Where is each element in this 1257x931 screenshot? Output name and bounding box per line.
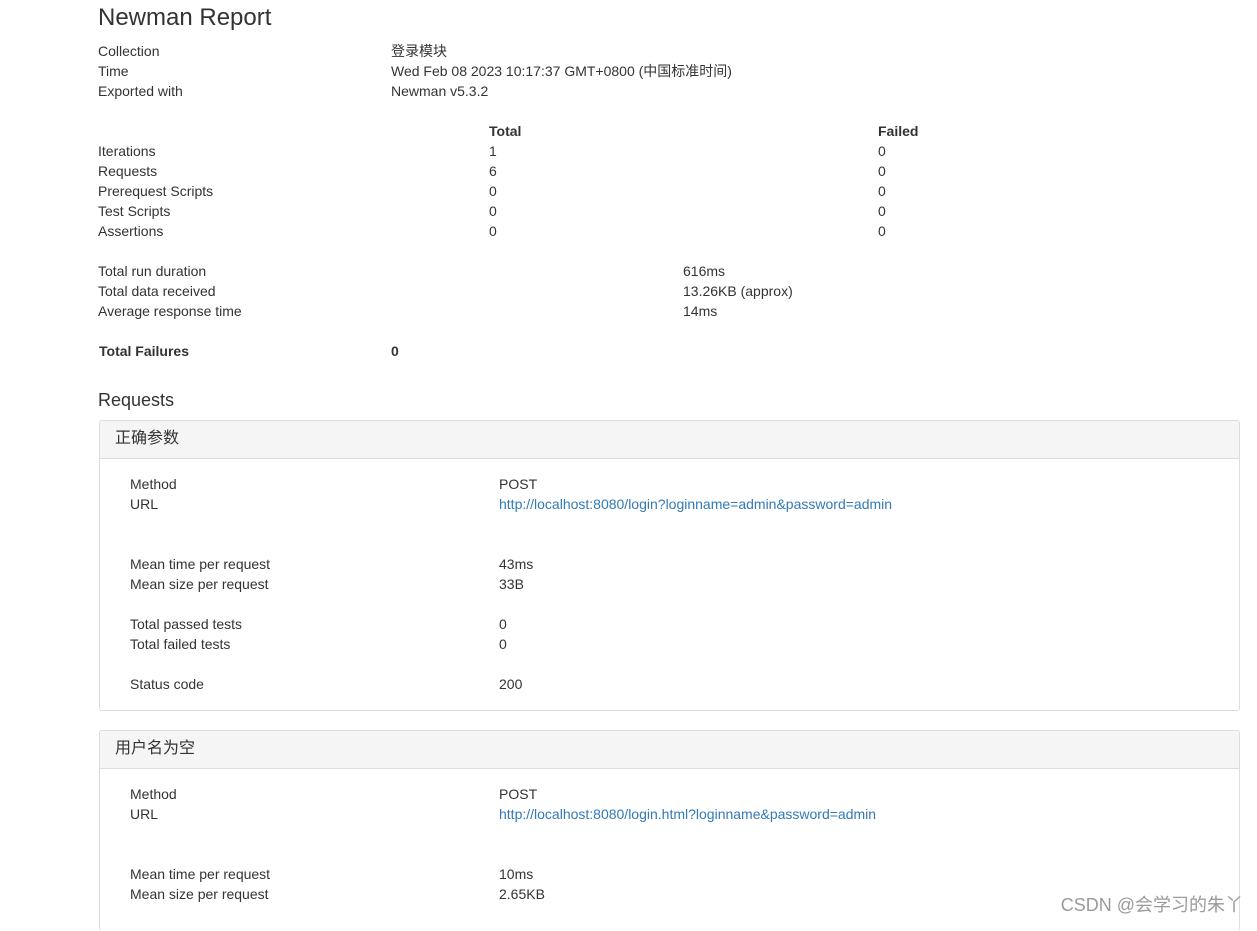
exported-value: Newman v5.3.2 — [391, 83, 489, 99]
time-label: Time — [98, 63, 129, 79]
duration-value: 616ms — [683, 263, 726, 279]
summary-row-failed: 0 — [878, 163, 886, 179]
passed-tests-label: Total passed tests — [130, 616, 243, 632]
mean-size-label: Mean size per request — [130, 886, 269, 902]
summary-row-total: 6 — [489, 163, 497, 179]
summary-row-total: 0 — [489, 223, 497, 239]
summary-row-total: 1 — [489, 143, 497, 159]
mean-time-label: Mean time per request — [130, 866, 271, 882]
failed-tests-value: 0 — [499, 636, 507, 652]
status-code-label: Status code — [130, 676, 204, 692]
summary-header-failed: Failed — [878, 123, 919, 139]
mean-time-value: 43ms — [499, 556, 534, 572]
data-received-label: Total data received — [98, 283, 216, 299]
duration-label: Total run duration — [98, 263, 207, 279]
method-label: Method — [130, 786, 177, 802]
request-panel: 正确参数 Method POST URL http://localhost:80… — [99, 420, 1240, 711]
url-label: URL — [130, 806, 159, 822]
total-failures-label: Total Failures — [99, 343, 189, 359]
summary-row-failed: 0 — [878, 183, 886, 199]
summary-row-total: 0 — [489, 183, 497, 199]
mean-time-label: Mean time per request — [130, 556, 271, 572]
data-received-value: 13.26KB (approx) — [683, 283, 793, 299]
summary-row-label: Prerequest Scripts — [98, 183, 214, 199]
passed-tests-value: 0 — [499, 616, 507, 632]
summary-row-total: 0 — [489, 203, 497, 219]
method-label: Method — [130, 476, 177, 492]
url-label: URL — [130, 496, 159, 512]
mean-size-value: 33B — [499, 576, 524, 592]
avg-response-value: 14ms — [683, 303, 718, 319]
exported-label: Exported with — [98, 83, 183, 99]
mean-size-label: Mean size per request — [130, 576, 269, 592]
request-url-link[interactable]: http://localhost:8080/login.html?loginna… — [499, 804, 876, 824]
summary-row-label: Iterations — [98, 143, 156, 159]
total-failures-value: 0 — [391, 343, 399, 359]
request-panel-header: 正确参数 — [100, 421, 1239, 459]
mean-size-value: 2.65KB — [499, 886, 545, 902]
request-url-link[interactable]: http://localhost:8080/login?loginname=ad… — [499, 494, 892, 514]
summary-row-label: Test Scripts — [98, 203, 171, 219]
mean-time-value: 10ms — [499, 866, 534, 882]
status-code-value: 200 — [499, 676, 523, 692]
method-value: POST — [499, 476, 538, 492]
requests-heading: Requests — [98, 390, 175, 410]
failed-tests-label: Total failed tests — [130, 636, 231, 652]
summary-row-failed: 0 — [878, 203, 886, 219]
request-panel-header: 用户名为空 — [100, 731, 1239, 769]
collection-label: Collection — [98, 43, 160, 59]
summary-row-label: Requests — [98, 163, 158, 179]
summary-row-failed: 0 — [878, 223, 886, 239]
watermark: CSDN @会学习的朱丫 — [1060, 895, 1243, 915]
collection-value: 登录模块 — [391, 43, 447, 59]
page-title: Newman Report — [98, 4, 272, 31]
summary-row-label: Assertions — [98, 223, 164, 239]
summary-header-total: Total — [489, 123, 522, 139]
avg-response-label: Average response time — [98, 303, 242, 319]
request-name: 用户名为空 — [115, 740, 196, 757]
method-value: POST — [499, 786, 538, 802]
summary-row-failed: 0 — [878, 143, 886, 159]
request-name: 正确参数 — [115, 430, 180, 447]
time-value: Wed Feb 08 2023 10:17:37 GMT+0800 (中国标准时… — [391, 63, 732, 79]
